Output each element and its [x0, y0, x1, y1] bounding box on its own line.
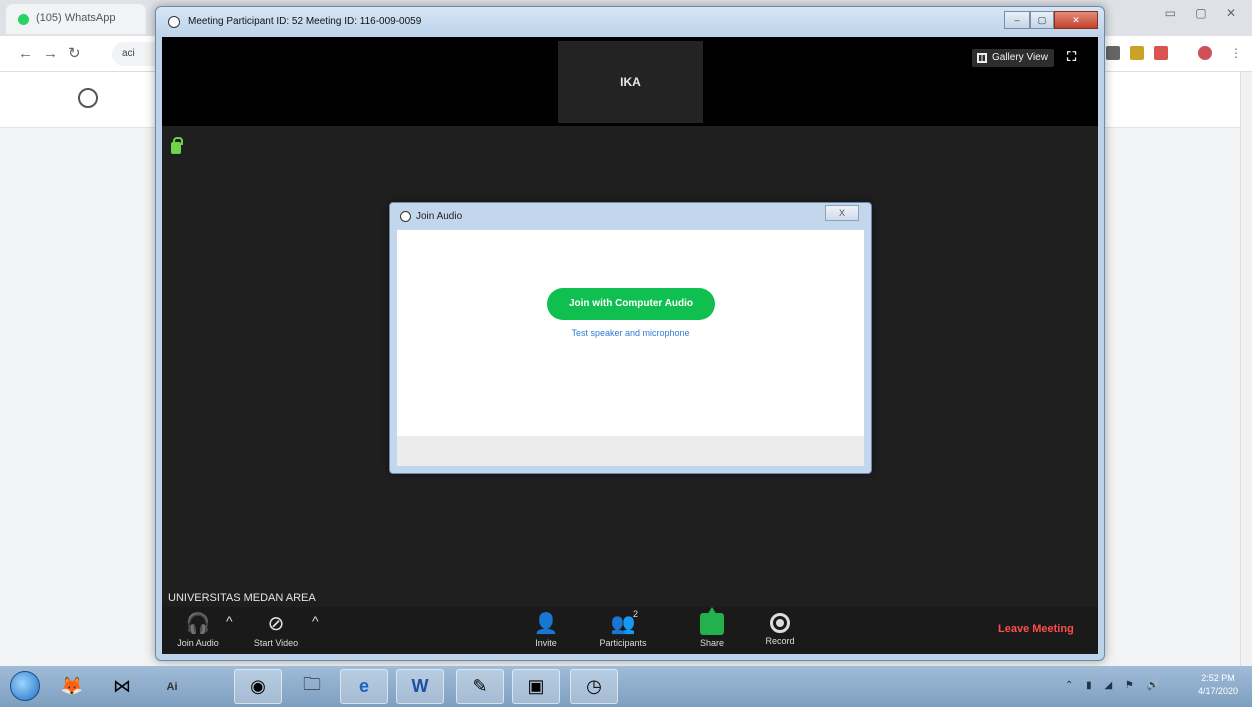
clock-time: 2:52 PM	[1201, 673, 1235, 683]
participant-tile[interactable]: IKA	[558, 41, 703, 123]
chrome-icon[interactable]: ◉	[234, 669, 282, 704]
extension-icon[interactable]	[1106, 46, 1120, 60]
video-off-icon: ⊘	[267, 613, 285, 635]
start-button[interactable]	[10, 671, 40, 701]
zoom-title-bar[interactable]: Meeting Participant ID: 52 Meeting ID: 1…	[156, 7, 1104, 37]
dialog-title: Join Audio	[416, 211, 463, 222]
dialog-close-button[interactable]: X	[825, 205, 859, 221]
illustrator-icon[interactable]: Ai	[148, 669, 196, 704]
fullscreen-icon[interactable]: ⛶	[1067, 50, 1081, 64]
test-speaker-link[interactable]: Test speaker and microphone	[397, 328, 864, 338]
clock-date: 4/17/2020	[1197, 686, 1239, 696]
window-close-button[interactable]: ✕	[1054, 11, 1098, 29]
share-button[interactable]: Share	[676, 607, 748, 654]
lock-icon[interactable]	[171, 137, 183, 154]
dialog-footer	[397, 436, 864, 466]
record-button[interactable]: Record	[744, 607, 816, 654]
invite-icon: 👤	[533, 613, 559, 635]
file-explorer-icon[interactable]: 🗀	[288, 669, 336, 704]
minimize-button[interactable]: –	[1004, 11, 1030, 29]
participants-button[interactable]: 👥 2 Participants	[587, 607, 659, 654]
address-text: aci	[122, 48, 135, 59]
participant-strip: IKA Gallery View ⛶	[162, 37, 1098, 126]
browser-scrollbar[interactable]	[1240, 72, 1252, 666]
extension-icon[interactable]	[1130, 46, 1144, 60]
record-label: Record	[765, 636, 795, 646]
start-video-label: Start Video	[253, 638, 299, 648]
profile-icon[interactable]	[1198, 46, 1212, 60]
audio-options-chevron-up-icon[interactable]: ^	[226, 613, 233, 629]
video-options-chevron-up-icon[interactable]: ^	[312, 613, 319, 629]
invite-button[interactable]: 👤 Invite	[510, 607, 582, 654]
participant-name: IKA	[620, 75, 641, 89]
visual-studio-icon[interactable]: ⋈	[98, 669, 146, 704]
gallery-view-button[interactable]: Gallery View	[972, 49, 1054, 67]
system-tray[interactable]: ⌃ ▮ ◢ ⚑ 🔊	[1065, 680, 1164, 691]
browser-nav-buttons[interactable]: ←→↻	[18, 44, 91, 62]
participants-label: Participants	[599, 638, 647, 648]
join-audio-dialog: Join Audio X Join with Computer Audio Te…	[389, 202, 872, 474]
browser-tab-title: (105) WhatsApp	[36, 12, 116, 24]
paint-icon[interactable]: ✎	[456, 669, 504, 704]
headphones-icon: 🎧	[185, 613, 211, 635]
browser-tab-whatsapp[interactable]: (105) WhatsApp	[6, 4, 146, 34]
self-video-name: UNIVERSITAS MEDAN AREA	[168, 592, 316, 604]
zoom-app-icon	[168, 16, 180, 28]
zoom-window-title: Meeting Participant ID: 52 Meeting ID: 1…	[188, 16, 422, 27]
zoom-app-icon	[400, 211, 411, 222]
menu-icon[interactable]: ⋮	[1230, 46, 1244, 60]
page-status-icon[interactable]	[78, 88, 98, 108]
join-audio-button[interactable]: 🎧 Join Audio	[162, 607, 234, 654]
participants-icon: 👥	[610, 613, 636, 635]
windows-taskbar: 🦊 ⋈ Ai ◉ 🗀 e W ✎ ▣ ◷ ⌃ ▮ ◢ ⚑ 🔊 2:52 PM 4…	[0, 666, 1252, 707]
gallery-view-label: Gallery View	[992, 52, 1048, 63]
browser-window-controls[interactable]: ▭ ▢ ✕	[1165, 6, 1244, 20]
image-app-icon[interactable]: ▣	[512, 669, 560, 704]
start-video-button[interactable]: ⊘ Start Video	[240, 607, 312, 654]
share-icon	[700, 607, 724, 635]
join-audio-label: Join Audio	[177, 638, 219, 648]
maximize-button[interactable]: ▢	[1030, 11, 1054, 29]
internet-explorer-icon[interactable]: e	[340, 669, 388, 704]
invite-label: Invite	[535, 638, 557, 648]
participants-count: 2	[633, 609, 639, 619]
extension-icon[interactable]	[1154, 46, 1168, 60]
join-with-computer-audio-button[interactable]: Join with Computer Audio	[547, 288, 715, 320]
meeting-toolbar: 🎧 Join Audio ^ ⊘ Start Video ^ 👤 Invite …	[162, 607, 1098, 654]
zoom-taskbar-icon[interactable]: ◷	[570, 669, 618, 704]
taskbar-clock[interactable]: 2:52 PM 4/17/2020	[1192, 672, 1244, 698]
share-label: Share	[699, 638, 725, 648]
record-icon	[770, 613, 790, 633]
leave-meeting-button[interactable]: Leave Meeting	[998, 623, 1074, 635]
dialog-body: Join with Computer Audio Test speaker an…	[397, 230, 864, 436]
word-icon[interactable]: W	[396, 669, 444, 704]
firefox-icon[interactable]: 🦊	[48, 669, 96, 704]
grid-icon	[977, 53, 987, 63]
whatsapp-icon	[18, 14, 29, 25]
